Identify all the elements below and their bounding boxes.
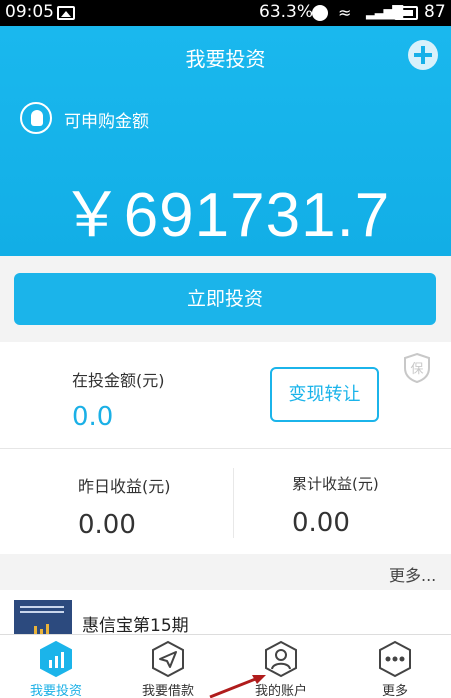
paper-plane-icon	[150, 640, 186, 678]
invest-now-button[interactable]: 立即投资	[14, 273, 436, 325]
available-amount: ￥691731.7	[60, 181, 391, 250]
chart-icon	[38, 640, 74, 678]
tab-label: 我要投资	[29, 684, 82, 698]
wifi-icon: ≈	[338, 3, 352, 22]
annotation-arrow	[209, 675, 266, 698]
alarm-icon	[312, 5, 328, 21]
product-name: 惠信宝第15期	[82, 616, 189, 636]
total-income-label: 累计收益(元)	[292, 475, 379, 493]
more-link[interactable]: 更多...	[389, 562, 436, 586]
user-icon	[263, 640, 299, 678]
invest-amount-label: 在投金额(元)	[72, 371, 165, 390]
more-dots-icon	[377, 640, 413, 678]
tab-invest[interactable]: 我要投资	[0, 635, 112, 698]
holdings-card: 在投金额(元) 0.0 变现转让 保 昨日收益(元) 0.00 累计收益(元) …	[0, 342, 451, 554]
divider	[0, 448, 451, 449]
shield-text: 保	[410, 362, 423, 377]
status-time: 09:05	[5, 2, 54, 22]
tab-more[interactable]: 更多	[339, 635, 451, 698]
battery-percent: 63.3%	[259, 2, 314, 22]
page-title: 我要投资	[185, 47, 266, 71]
battery-level: 87	[424, 2, 446, 22]
image-notification-icon	[57, 6, 75, 20]
battery-icon	[394, 6, 418, 20]
divider	[233, 468, 234, 538]
cash-out-transfer-button[interactable]: 变现转让	[270, 367, 379, 422]
yesterday-income-label: 昨日收益(元)	[78, 477, 171, 496]
shield-icon: 保	[402, 352, 432, 384]
balance-header: 我要投资 可申购金额 ￥691731.7	[0, 26, 451, 256]
status-bar: 09:05 63.3% ≈ ▂▃▅▇ 87	[0, 0, 451, 26]
product-item[interactable]: 惠信宝第15期	[0, 590, 451, 638]
total-income-value: 0.00	[292, 508, 350, 538]
plus-icon[interactable]	[408, 40, 438, 70]
money-bag-icon	[20, 102, 52, 134]
invest-amount-value: 0.0	[72, 402, 114, 432]
product-thumbnail	[14, 600, 72, 638]
tab-label: 更多	[381, 684, 408, 698]
yesterday-income-value: 0.00	[78, 510, 136, 540]
available-amount-label: 可申购金额	[64, 112, 149, 132]
